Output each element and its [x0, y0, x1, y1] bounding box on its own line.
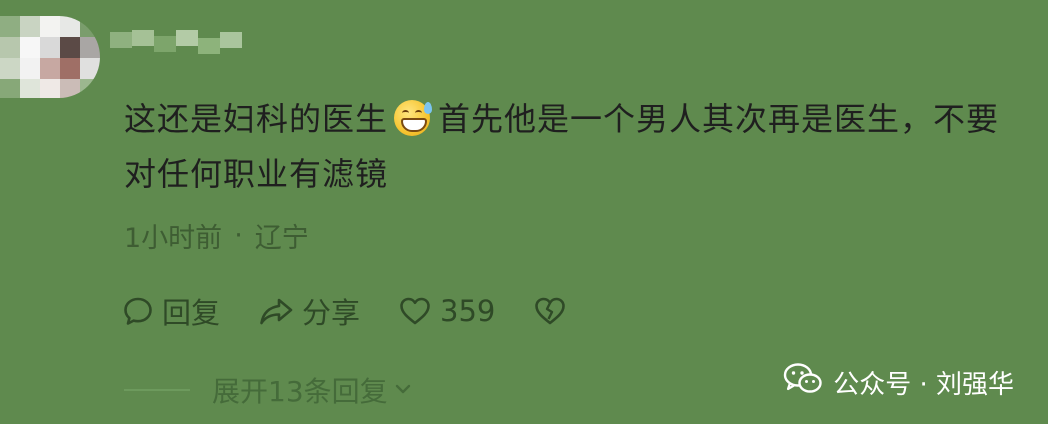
- chevron-down-icon: [392, 374, 414, 407]
- expand-replies-label: 展开13条回复: [212, 375, 388, 408]
- reply-label: 回复: [162, 296, 221, 330]
- heart-icon: [398, 295, 432, 327]
- meta-separator: ·: [234, 220, 243, 251]
- like-count: 359: [440, 294, 496, 328]
- avatar[interactable]: [0, 16, 100, 98]
- comment-text: 这还是妇科的医生 首先他是一个男人其次再是医生，不要对任何职业有滤镜: [124, 92, 1024, 202]
- watermark-text: 公众号 · 刘强华: [833, 370, 1014, 400]
- comment-time: 1小时前: [124, 223, 223, 254]
- wechat-icon: [783, 362, 823, 403]
- username-blurred: [110, 26, 242, 60]
- share-arrow-icon: [258, 295, 294, 327]
- like-button[interactable]: 359: [398, 294, 495, 328]
- comment-bubble-icon: [122, 295, 154, 327]
- dislike-button[interactable]: [533, 295, 567, 327]
- expand-replies-row: 展开13条回复: [124, 370, 414, 410]
- comment-meta: 1小时前 · 辽宁: [124, 216, 309, 255]
- reply-button[interactable]: 回复: [122, 290, 220, 332]
- share-label: 分享: [302, 296, 361, 330]
- divider-line: [124, 389, 190, 391]
- broken-heart-icon: [533, 295, 567, 327]
- share-button[interactable]: 分享: [258, 290, 360, 332]
- watermark: 公众号 · 刘强华: [783, 362, 1014, 403]
- comment-actions: 回复 分享 359: [122, 290, 605, 332]
- grinning-sweat-emoji-icon: [394, 100, 433, 136]
- comment-text-part-1: 这还是妇科的医生: [124, 100, 389, 138]
- expand-replies-button[interactable]: 展开13条回复: [212, 370, 414, 410]
- comment-location: 辽宁: [254, 223, 309, 254]
